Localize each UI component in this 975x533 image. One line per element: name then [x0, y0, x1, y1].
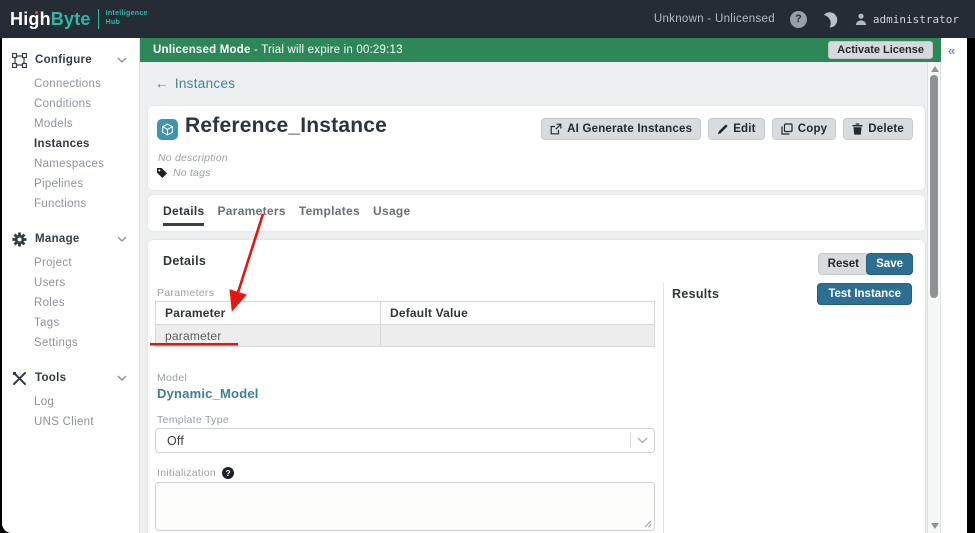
details-heading: Details: [163, 254, 207, 268]
tags-text: No tags: [173, 167, 211, 179]
details-card: Details Reset Save Parameters Parameter …: [148, 240, 925, 533]
results-heading: Results: [672, 287, 720, 301]
tab-details[interactable]: Details: [163, 204, 205, 226]
page-title: Reference_Instance: [185, 114, 388, 137]
logo-byte: Byte: [50, 8, 91, 29]
save-button[interactable]: Save: [866, 253, 913, 275]
sidebar-section-manage: Manage Project Users Roles Tags Settings: [2, 228, 139, 353]
table-header-row: Parameter Default Value: [155, 301, 655, 325]
right-gutter: «: [941, 38, 967, 533]
highbyte-logo: HighByte Intelligence Hub: [0, 9, 148, 30]
delete-button[interactable]: Delete: [843, 118, 913, 140]
initialization-textarea[interactable]: [155, 482, 655, 531]
model-link[interactable]: Dynamic_Model: [157, 386, 259, 401]
collapse-panel-icon[interactable]: «: [948, 43, 955, 58]
trash-icon: [852, 123, 863, 135]
col-header-parameter: Parameter: [155, 301, 381, 325]
cell-parameter-name[interactable]: parameter: [155, 324, 381, 347]
col-header-default-value: Default Value: [380, 301, 655, 325]
activate-license-button[interactable]: Activate License: [828, 41, 933, 59]
sidebar-item-connections[interactable]: Connections: [2, 74, 139, 94]
sidebar-item-instances[interactable]: Instances: [2, 134, 139, 154]
instance-title-card: Reference_Instance No description No tag…: [148, 106, 925, 190]
chevron-down-icon: [117, 57, 127, 63]
sidebar-item-settings[interactable]: Settings: [2, 333, 139, 353]
test-instance-button[interactable]: Test Instance: [817, 283, 912, 305]
tools-icon: [13, 371, 26, 385]
user-icon: [855, 13, 867, 25]
sidebar-header-tools[interactable]: Tools: [2, 367, 139, 389]
parameters-table: Parameter Default Value parameter: [155, 301, 655, 347]
tab-parameters[interactable]: Parameters: [217, 204, 285, 223]
sidebar-item-conditions[interactable]: Conditions: [2, 94, 139, 114]
license-banner: Unlicensed Mode - Trial will expire in 0…: [140, 38, 941, 62]
reset-button[interactable]: Reset: [817, 253, 869, 275]
configure-icon: [12, 52, 27, 68]
table-row[interactable]: parameter: [155, 324, 655, 347]
parameters-label: Parameters: [157, 287, 215, 299]
chevron-down-icon: [630, 433, 654, 448]
scroll-down-button[interactable]: [931, 523, 939, 529]
initialization-label-row: Initialization ?: [157, 467, 235, 479]
help-badge-icon[interactable]: ?: [222, 467, 235, 479]
chevron-down-icon: [117, 236, 127, 242]
chevron-down-icon: [117, 375, 127, 381]
sidebar-header-configure[interactable]: Configure: [2, 49, 139, 71]
copy-button[interactable]: Copy: [771, 118, 837, 140]
back-arrow-icon: ←: [155, 76, 169, 91]
template-type-select[interactable]: Off: [155, 428, 655, 453]
sidebar-section-tools: Tools Log UNS Client: [2, 367, 139, 432]
sidebar-header-manage[interactable]: Manage: [2, 228, 139, 250]
scroll-up-button[interactable]: [931, 66, 939, 72]
sidebar-item-log[interactable]: Log: [2, 392, 139, 412]
banner-message: Unlicensed Mode - Trial will expire in 0…: [153, 44, 403, 56]
tag-icon: [157, 168, 167, 178]
scrollbar-thumb[interactable]: [930, 75, 938, 298]
title-actions: AI Generate Instances Edit Copy Delete: [541, 118, 913, 140]
dark-mode-moon-icon[interactable]: [822, 11, 839, 28]
main-content: ← Instances Reference_Instance No descri…: [140, 62, 927, 533]
sidebar: Configure Connections Conditions Models …: [2, 38, 140, 533]
initialization-label: Initialization: [157, 467, 217, 479]
external-link-icon: [550, 123, 562, 135]
sidebar-item-project[interactable]: Project: [2, 253, 139, 273]
username-text: administrator: [872, 12, 959, 26]
sidebar-item-pipelines[interactable]: Pipelines: [2, 174, 139, 194]
description-text: No description: [158, 152, 228, 164]
tabs-bar: Details Parameters Templates Usage: [148, 195, 925, 231]
results-divider: [663, 282, 664, 533]
tab-usage[interactable]: Usage: [373, 204, 411, 223]
sidebar-item-functions[interactable]: Functions: [2, 194, 139, 214]
tab-templates[interactable]: Templates: [299, 204, 360, 223]
copy-icon: [781, 123, 793, 135]
logo-tagline: Intelligence Hub: [105, 10, 148, 26]
sidebar-item-users[interactable]: Users: [2, 273, 139, 293]
gear-icon: [12, 232, 27, 246]
logo-divider: [97, 9, 99, 29]
model-label: Model: [157, 372, 188, 384]
ai-generate-instances-button[interactable]: AI Generate Instances: [541, 118, 702, 140]
help-icon[interactable]: ?: [789, 10, 807, 28]
user-menu[interactable]: administrator: [854, 12, 959, 26]
app-frame: Unlicensed Mode - Trial will expire in 0…: [2, 38, 967, 533]
tags-row: No tags: [156, 167, 211, 179]
sidebar-item-tags[interactable]: Tags: [2, 313, 139, 333]
logo-wordmark: HighByte: [10, 9, 91, 30]
sidebar-item-uns-client[interactable]: UNS Client: [2, 412, 139, 432]
template-type-label: Template Type: [157, 414, 229, 426]
back-link-instances[interactable]: ← Instances: [155, 76, 235, 91]
logo-high: High: [10, 8, 51, 29]
cell-default-value[interactable]: [380, 324, 655, 347]
top-bar: HighByte Intelligence Hub Unknown - Unli…: [0, 0, 975, 38]
pencil-icon: [718, 124, 728, 134]
sidebar-section-configure: Configure Connections Conditions Models …: [2, 49, 139, 214]
instance-cube-icon: [157, 119, 178, 140]
sidebar-item-models[interactable]: Models: [2, 114, 139, 134]
sidebar-item-roles[interactable]: Roles: [2, 293, 139, 313]
license-status-text: Unknown - Unlicensed: [653, 13, 775, 25]
vertical-scrollbar[interactable]: [927, 62, 941, 533]
logo-red-dot: [34, 10, 38, 14]
edit-button[interactable]: Edit: [708, 118, 765, 140]
sidebar-item-namespaces[interactable]: Namespaces: [2, 154, 139, 174]
